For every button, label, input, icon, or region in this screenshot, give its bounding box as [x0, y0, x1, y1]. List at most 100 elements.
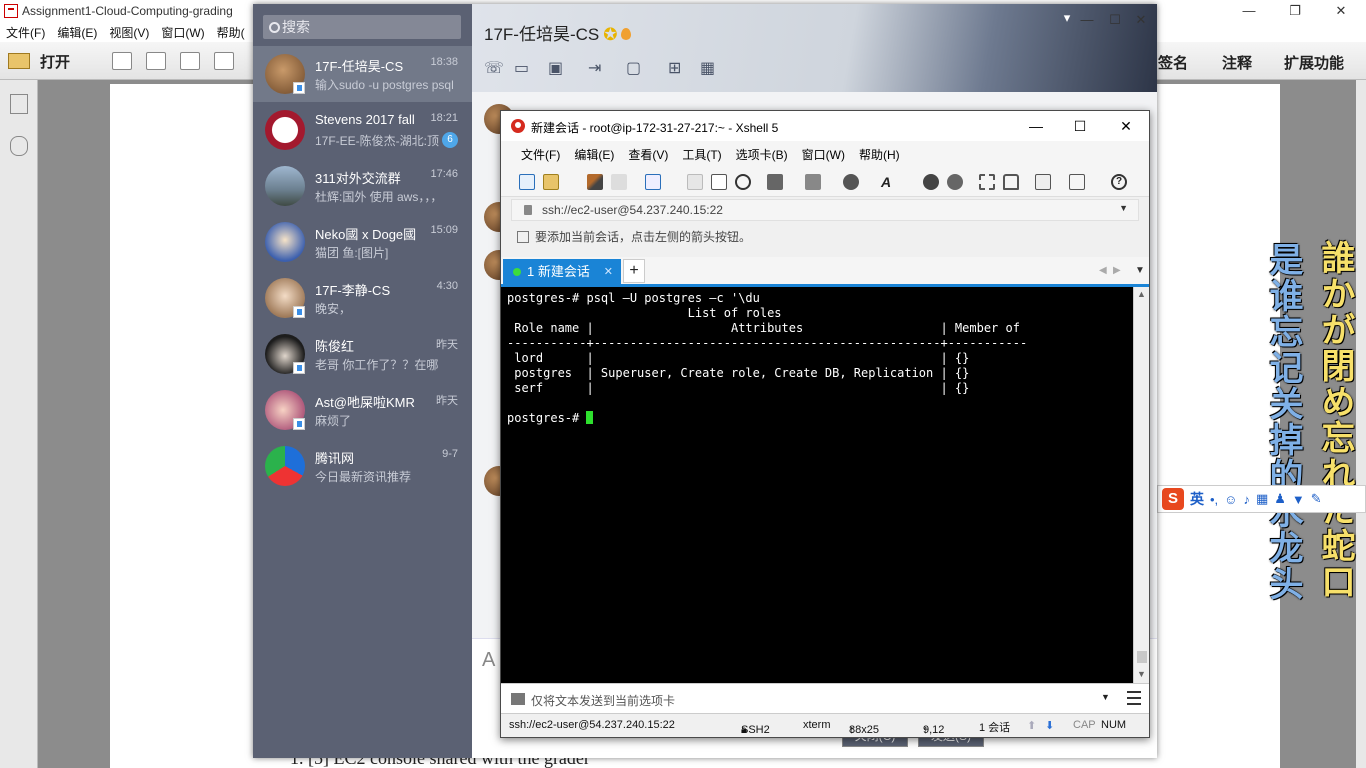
globe-icon[interactable] [843, 174, 859, 190]
disconnect-icon[interactable] [611, 174, 627, 190]
find-icon[interactable] [735, 174, 751, 190]
open-folder-icon[interactable] [543, 174, 559, 190]
microphone-icon[interactable]: ♪ [1243, 492, 1250, 507]
xshell-address-bar[interactable]: ssh://ec2-user@54.237.240.15:22 ▼ [511, 199, 1139, 221]
tab-session-1[interactable]: 1 新建会话 ✕ [503, 259, 621, 285]
punctuation-icon[interactable]: •, [1210, 492, 1218, 507]
new-session-icon[interactable] [519, 174, 535, 190]
xshell-menu-view[interactable]: 查看(V) [628, 146, 668, 163]
scroll-down-icon[interactable]: ▼ [1137, 669, 1146, 679]
chevron-down-icon[interactable]: ▼ [1101, 692, 1110, 702]
compose-bar[interactable]: 仅将文本发送到当前选项卡 ▼ [501, 683, 1149, 713]
pdf-minimize-button[interactable]: — [1226, 0, 1272, 22]
voice-call-icon[interactable]: ☏ [484, 58, 506, 77]
fullscreen-icon[interactable] [979, 174, 995, 190]
chevron-down-icon[interactable]: ▼ [1119, 203, 1128, 213]
lock-icon[interactable] [1003, 174, 1019, 190]
xftp-icon[interactable] [923, 174, 939, 190]
tab-list-icon[interactable]: ▼ [1135, 265, 1145, 276]
qq-search-input[interactable]: 搜索 [263, 15, 461, 39]
remote-desktop-icon[interactable]: ▢ [626, 58, 648, 77]
pdf-restore-button[interactable]: ❐ [1272, 0, 1318, 22]
connect-icon[interactable] [587, 174, 603, 190]
terminal[interactable]: postgres-# psql —U postgres —c '\du List… [501, 287, 1149, 683]
print-icon[interactable] [767, 174, 783, 190]
xshell-menu-file[interactable]: 文件(F) [521, 146, 560, 163]
pdf-tool-icon-3[interactable] [180, 52, 200, 70]
copy-icon[interactable] [687, 174, 703, 190]
pdf-menu-edit[interactable]: 编辑(E) [57, 24, 97, 41]
user-icon[interactable]: ♟ [1274, 491, 1286, 507]
video-call-icon[interactable]: ▭ [514, 58, 536, 77]
pdf-menu-file[interactable]: 文件(F) [6, 24, 45, 41]
help-icon[interactable]: ? [1111, 174, 1127, 190]
properties-icon[interactable] [645, 174, 661, 190]
add-icon[interactable] [1069, 174, 1085, 190]
xmanager-icon[interactable] [947, 174, 963, 190]
apps-icon[interactable]: ▦ [700, 58, 722, 77]
xshell-minimize-button[interactable]: — [1019, 115, 1053, 137]
contact-item[interactable]: 311对外交流群 17:46 杜辉:国外 使用 aws，，， [253, 158, 472, 214]
keyboard-icon[interactable]: ▦ [1256, 491, 1268, 507]
pdf-tool-icon-1[interactable] [112, 52, 132, 70]
paste-icon[interactable] [711, 174, 727, 190]
xshell-maximize-button[interactable]: ☐ [1063, 115, 1097, 137]
upload-arrow-icon[interactable]: ⬆ [1027, 719, 1036, 732]
contact-time: 昨天 [436, 339, 458, 351]
pdf-tool-icon-4[interactable] [214, 52, 234, 70]
file-transfer-icon[interactable]: ⇥ [588, 58, 610, 77]
pdf-comment-button[interactable]: 注释 [1222, 52, 1252, 73]
pdf-menu-window[interactable]: 窗口(W) [161, 24, 204, 41]
xshell-menu-tools[interactable]: 工具(T) [682, 146, 721, 163]
contact-item[interactable]: Ast@吔屎啦KMR 昨天 麻烦了 [253, 382, 472, 438]
pdf-sign-button[interactable]: 签名 [1158, 52, 1188, 73]
screen-share-icon[interactable]: ▣ [548, 58, 570, 77]
qq-close-button[interactable]: ✕ [1130, 12, 1152, 28]
xshell-menu-tab[interactable]: 选项卡(B) [736, 146, 788, 163]
attachment-icon[interactable] [10, 136, 28, 156]
pin-icon[interactable]: ▾ [1056, 10, 1078, 26]
transfer-icon[interactable] [805, 174, 821, 190]
tab-scroll-left-icon[interactable]: ◀ [1099, 265, 1107, 276]
pages-icon[interactable] [10, 94, 28, 114]
settings-wrench-icon[interactable]: ✎ [1311, 491, 1322, 507]
contact-item[interactable]: 陈俊红 昨天 老哥 你工作了？？在哪 [253, 326, 472, 382]
session-hint: 要添加当前会话，点击左侧的箭头按钮。 [517, 227, 751, 247]
pdf-scrollbar[interactable] [1356, 80, 1366, 768]
new-tab-button[interactable]: + [623, 259, 645, 283]
pdf-open-button[interactable]: 打开 [8, 50, 70, 72]
pdf-extensions-button[interactable]: 扩展功能 [1284, 52, 1344, 73]
pdf-menu-view[interactable]: 视图(V) [109, 24, 149, 41]
download-arrow-icon[interactable]: ⬇ [1045, 719, 1054, 732]
tab-scroll-right-icon[interactable]: ▶ [1113, 265, 1121, 276]
pdf-close-button[interactable]: ✕ [1318, 0, 1364, 22]
contact-item[interactable]: 17F-任培昊-CS 18:38 输入sudo -u postgres psql… [253, 46, 472, 102]
sogou-logo-icon[interactable]: S [1162, 488, 1184, 510]
skin-icon[interactable]: ▼ [1292, 492, 1305, 507]
emoji-icon[interactable]: ☺ [1224, 492, 1237, 507]
contact-item[interactable]: 腾讯网 9-7 今日最新资讯推荐 [253, 438, 472, 494]
keyboard-icon[interactable] [1035, 174, 1051, 190]
font-icon[interactable]: A [482, 649, 495, 672]
qq-chat-header: 17F-任培昊-CS ✪ ☏ ▭ ▣ ⇥ ▢ ⊞ ▦ ▾ — ☐ ✕ [472, 4, 1157, 92]
xshell-menu-edit[interactable]: 编辑(E) [574, 146, 614, 163]
qq-minimize-button[interactable]: — [1076, 12, 1098, 28]
menu-icon[interactable] [1127, 691, 1141, 705]
terminal-scrollbar[interactable]: ▲ ▼ [1133, 287, 1149, 683]
pdf-menu-help[interactable]: 帮助( [217, 24, 245, 41]
contact-item[interactable]: 17F-李静-CS 4:30 晚安， [253, 270, 472, 326]
xshell-close-button[interactable]: ✕ [1109, 115, 1143, 137]
pdf-tool-icon-2[interactable] [146, 52, 166, 70]
contact-item[interactable]: Stevens 2017 fall 18:21 17F-EE-陈俊杰-湖北:顶 … [253, 102, 472, 158]
qq-maximize-button[interactable]: ☐ [1104, 12, 1126, 28]
xshell-menu-help[interactable]: 帮助(H) [859, 146, 900, 163]
contact-item[interactable]: Neko國 x Doge國 15:09 猫团 鱼:[图片] [253, 214, 472, 270]
ime-language-toggle[interactable]: 英 [1190, 489, 1204, 509]
scrollbar-thumb[interactable] [1137, 651, 1147, 663]
scroll-up-icon[interactable]: ▲ [1137, 289, 1146, 299]
new-discussion-icon[interactable]: ⊞ [668, 58, 690, 77]
close-tab-icon[interactable]: ✕ [604, 259, 613, 285]
font-icon[interactable]: A [881, 174, 897, 190]
add-session-arrow-icon[interactable] [517, 231, 529, 243]
xshell-menu-window[interactable]: 窗口(W) [802, 146, 845, 163]
